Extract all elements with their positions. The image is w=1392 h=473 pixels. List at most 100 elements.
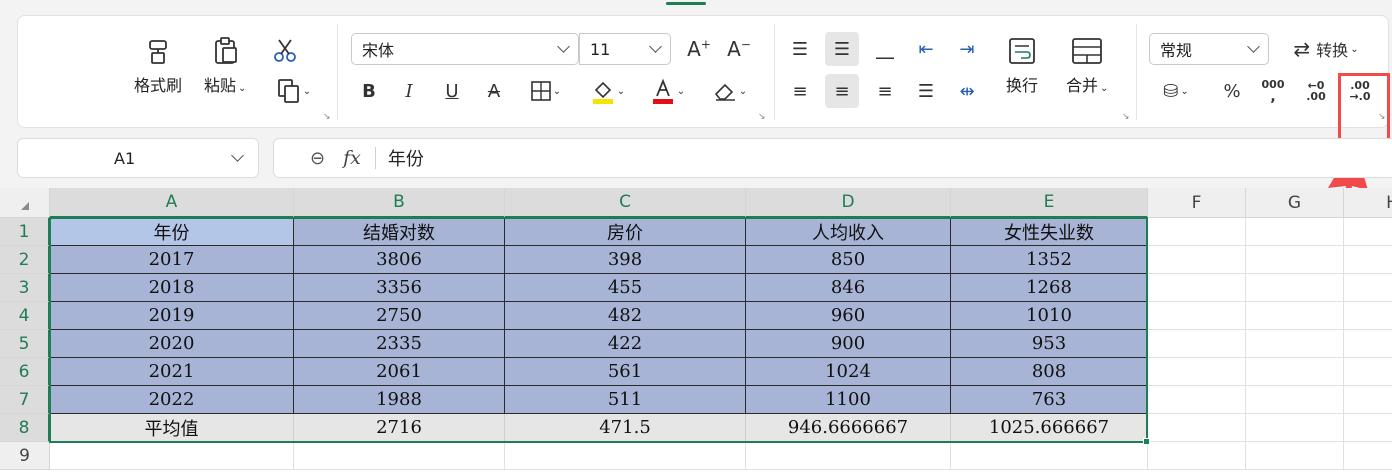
clipboard-dialog-launcher-icon[interactable]: ↘	[323, 112, 331, 122]
cell-b1[interactable]: 结婚对数	[294, 218, 505, 246]
cut-button[interactable]	[268, 34, 302, 68]
cell-f5[interactable]	[1148, 330, 1246, 358]
cell-c7[interactable]: 511	[505, 386, 746, 414]
font-color-button[interactable]: ⌄	[644, 74, 692, 108]
cell-e2[interactable]: 1352	[951, 246, 1148, 274]
column-header-b[interactable]: B	[294, 188, 505, 218]
cell-b2[interactable]: 3806	[294, 246, 505, 274]
cell-g7[interactable]	[1246, 386, 1344, 414]
cell-a8[interactable]: 平均值	[50, 414, 294, 442]
wrap-text-button[interactable]: 换行	[1006, 36, 1038, 96]
cell-f7[interactable]	[1148, 386, 1246, 414]
cell-d3[interactable]: 846	[746, 274, 951, 302]
italic-button[interactable]: I	[392, 74, 426, 108]
cell-b9[interactable]	[294, 442, 505, 470]
cell-a6[interactable]: 2021	[50, 358, 294, 386]
row-header-6[interactable]: 6	[0, 358, 50, 386]
cell-f6[interactable]	[1148, 358, 1246, 386]
increase-indent-button[interactable]: ⇥	[950, 32, 984, 66]
cell-d4[interactable]: 960	[746, 302, 951, 330]
cell-f9[interactable]	[1148, 442, 1246, 470]
cell-f1[interactable]	[1148, 218, 1246, 246]
cell-h1[interactable]	[1344, 218, 1392, 246]
cell-h5[interactable]	[1344, 330, 1392, 358]
cell-h4[interactable]	[1344, 302, 1392, 330]
fill-handle[interactable]	[1143, 438, 1150, 445]
comma-style-button[interactable]: 000 ,	[1256, 74, 1290, 108]
cell-g1[interactable]	[1246, 218, 1344, 246]
cell-e1[interactable]: 女性失业数	[951, 218, 1148, 246]
cell-a3[interactable]: 2018	[50, 274, 294, 302]
row-header-7[interactable]: 7	[0, 386, 50, 414]
cell-a1[interactable]: 年份	[50, 218, 294, 246]
copy-button[interactable]: ⌄	[270, 74, 318, 108]
font-size-select[interactable]: 11	[579, 33, 671, 65]
cell-h2[interactable]	[1344, 246, 1392, 274]
cell-d9[interactable]	[746, 442, 951, 470]
strikethrough-button[interactable]: A	[477, 74, 511, 108]
convert-button[interactable]: ⇄ 转换 ⌄	[1281, 32, 1371, 66]
align-right-button[interactable]: ≡	[868, 74, 902, 108]
currency-format-button[interactable]: ⛁ ⌄	[1151, 74, 1201, 108]
font-dialog-launcher-icon[interactable]: ↘	[758, 112, 766, 122]
cell-c2[interactable]: 398	[505, 246, 746, 274]
row-header-3[interactable]: 3	[0, 274, 50, 302]
row-header-1[interactable]: 1	[0, 218, 50, 246]
align-top-button[interactable]: ☰	[783, 32, 817, 66]
align-middle-button[interactable]: ☰	[825, 32, 859, 66]
cell-h8[interactable]	[1344, 414, 1392, 442]
cell-e8[interactable]: 1025.666667	[951, 414, 1148, 442]
cell-h3[interactable]	[1344, 274, 1392, 302]
column-header-e[interactable]: E	[951, 188, 1148, 218]
cell-c4[interactable]: 482	[505, 302, 746, 330]
cell-g4[interactable]	[1246, 302, 1344, 330]
align-left-button[interactable]: ≡	[783, 74, 817, 108]
select-all-corner[interactable]	[0, 188, 50, 218]
cell-b4[interactable]: 2750	[294, 302, 505, 330]
row-header-8[interactable]: 8	[0, 414, 50, 442]
formula-bar[interactable]: ⊖ fx 年份	[273, 138, 1392, 178]
align-center-button[interactable]: ≡	[825, 74, 859, 108]
cell-e7[interactable]: 763	[951, 386, 1148, 414]
merge-button[interactable]: 合并 ⌄	[1066, 36, 1108, 96]
column-header-f[interactable]: F	[1148, 188, 1246, 218]
cell-h6[interactable]	[1344, 358, 1392, 386]
cell-g8[interactable]	[1246, 414, 1344, 442]
decrease-decimal-button[interactable]: ←0 .00	[1299, 74, 1333, 108]
cell-g5[interactable]	[1246, 330, 1344, 358]
row-header-5[interactable]: 5	[0, 330, 50, 358]
cell-d1[interactable]: 人均收入	[746, 218, 951, 246]
cell-e6[interactable]: 808	[951, 358, 1148, 386]
cell-c3[interactable]: 455	[505, 274, 746, 302]
zoom-icon[interactable]: ⊖	[310, 148, 325, 169]
cell-a4[interactable]: 2019	[50, 302, 294, 330]
cell-d6[interactable]: 1024	[746, 358, 951, 386]
cell-b3[interactable]: 3356	[294, 274, 505, 302]
cell-g3[interactable]	[1246, 274, 1344, 302]
cell-f4[interactable]	[1148, 302, 1246, 330]
decrease-font-size-button[interactable]: A−	[722, 32, 756, 66]
cell-f8[interactable]	[1148, 414, 1246, 442]
cell-d7[interactable]: 1100	[746, 386, 951, 414]
cell-a9[interactable]	[50, 442, 294, 470]
clear-format-button[interactable]: ⌄	[704, 74, 756, 108]
cell-c5[interactable]: 422	[505, 330, 746, 358]
column-header-d[interactable]: D	[746, 188, 951, 218]
row-header-9[interactable]: 9	[0, 442, 50, 470]
column-header-g[interactable]: G	[1246, 188, 1344, 218]
distributed-align-button[interactable]: ⇹	[950, 74, 984, 108]
function-icon[interactable]: fx	[343, 147, 361, 169]
cell-d2[interactable]: 850	[746, 246, 951, 274]
row-header-2[interactable]: 2	[0, 246, 50, 274]
cell-h7[interactable]	[1344, 386, 1392, 414]
cell-a5[interactable]: 2020	[50, 330, 294, 358]
cell-e9[interactable]	[951, 442, 1148, 470]
cell-g6[interactable]	[1246, 358, 1344, 386]
cell-c9[interactable]	[505, 442, 746, 470]
row-header-4[interactable]: 4	[0, 302, 50, 330]
justify-button[interactable]: ☰	[909, 74, 943, 108]
cell-g9[interactable]	[1246, 442, 1344, 470]
column-header-h[interactable]: H	[1344, 188, 1392, 218]
font-name-select[interactable]: 宋体	[351, 33, 579, 65]
align-bottom-button[interactable]: ⎽	[868, 32, 902, 66]
